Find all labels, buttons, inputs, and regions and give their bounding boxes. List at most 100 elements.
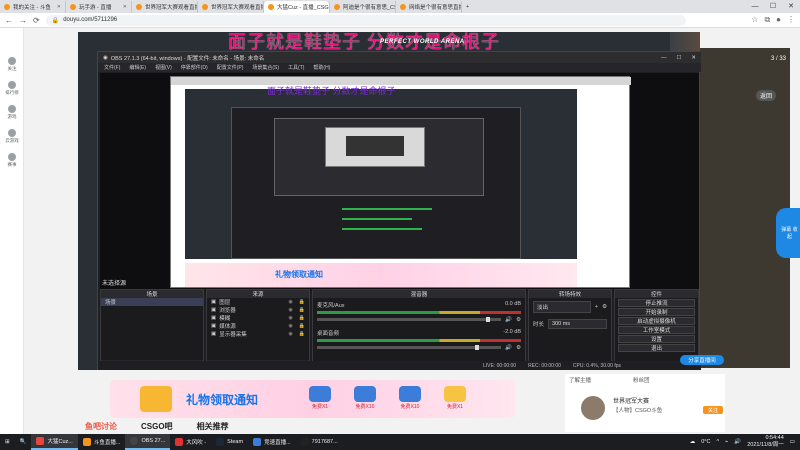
taskbar-item-douyu[interactable]: 斗鱼直播... [78,434,126,450]
search-button[interactable]: 🔍 [15,434,32,450]
lock-icon[interactable]: 🔒 [299,331,305,337]
reload-icon[interactable]: ⟳ [33,16,40,25]
taskbar-item-qq[interactable]: 7917687... [296,434,343,450]
menu-tools[interactable]: 工具(T) [288,64,304,71]
menu-file[interactable]: 文件(F) [104,64,120,71]
danmu-toggle-button[interactable]: 弹幕 收起 [776,208,800,258]
weather-icon[interactable]: ☁ [690,439,696,445]
transition-select[interactable]: 淡出 [533,301,591,313]
eye-icon[interactable]: ◉ [288,331,292,337]
studio-mode-button[interactable]: 工作室模式 [618,326,695,334]
tab-related[interactable]: 相关推荐 [197,421,229,432]
source-item[interactable]: ▣ 浏览器 ◉ 🔒 [207,306,309,314]
menu-help[interactable]: 帮助(H) [313,64,330,71]
plus-icon[interactable]: + [595,304,598,310]
close-icon[interactable]: ✕ [691,55,696,61]
gift-item[interactable]: 免费X10 [345,386,385,414]
tab-csgo-bar[interactable]: CSGO吧 [141,421,173,432]
profile-icon[interactable]: ● [776,15,781,25]
volume-slider[interactable] [317,345,502,350]
volume-slider[interactable] [317,317,502,322]
source-item-label: 浏览器 [219,308,236,314]
eye-icon[interactable]: ◉ [288,323,292,329]
clock[interactable]: 0:54:44 2021/11/8/周一 [747,435,784,449]
star-icon[interactable]: ☆ [751,15,758,25]
obs-preview[interactable]: 面子就是鞋垫子 分数才是命根子 礼物领取通知 [100,73,699,295]
close-tab-icon[interactable]: ✕ [57,4,61,10]
sidebar-item-events[interactable]: 赛事 [0,148,24,172]
lock-icon[interactable]: 🔒 [299,315,305,321]
gear-icon[interactable]: ⚙ [516,317,521,323]
sidebar-item-games[interactable]: 游戏 [0,100,24,124]
gear-icon[interactable]: ⚙ [602,304,607,310]
minimize-icon[interactable]: — [661,55,667,61]
new-tab-button[interactable]: + [462,1,476,13]
taskbar-item-game[interactable]: 竞速直播... [248,434,296,450]
notification-icon[interactable]: ▭ [790,439,795,445]
gift-item[interactable]: 免费X1 [435,386,475,414]
sidebar-item-cloud-games[interactable]: 云游戏 [0,124,24,148]
start-button[interactable]: ⊞ [0,434,15,450]
menu-scene-collection[interactable]: 场景集合(S) [252,64,279,71]
tab-fishbar[interactable]: 鱼吧讨论 [85,421,117,432]
network-icon[interactable]: ⌁ [725,439,728,445]
menu-docks[interactable]: 停靠部件(D) [181,64,208,71]
source-item[interactable]: ▣ 图层 ◉ 🔒 [207,298,309,306]
tray-arrow-icon[interactable]: ^ [716,439,719,445]
lock-icon[interactable]: 🔒 [299,307,305,313]
share-button[interactable]: 分享直播间 [680,355,724,365]
scene-item[interactable]: 场景 [101,298,203,306]
lock-icon[interactable]: 🔒 [299,323,305,329]
maximize-icon[interactable]: ☐ [676,55,681,61]
gift-item[interactable]: 免费X1 [300,386,340,414]
settings-button[interactable]: 设置 [618,335,695,343]
back-button[interactable]: 返回 [755,90,776,101]
exit-button[interactable]: 退出 [618,344,695,352]
gift-banner[interactable]: 礼物领取通知 免费X1 免费X10 免费X10 免费X1 [110,380,515,418]
follow-button[interactable]: 关注 [703,406,723,414]
minimize-icon[interactable]: — [746,0,764,12]
source-item[interactable]: ▣ 媒体源 ◉ 🔒 [207,322,309,330]
gift-item[interactable]: 免费X10 [390,386,430,414]
virtual-camera-button[interactable]: 启动虚拟摄像机 [618,317,695,325]
sidebar-item-rank[interactable]: 排行榜 [0,76,24,100]
start-recording-button[interactable]: 开始录制 [618,308,695,316]
menu-view[interactable]: 视图(V) [155,64,172,71]
extensions-icon[interactable]: ⧉ [764,15,770,25]
back-icon[interactable]: ← [5,16,13,25]
eye-icon[interactable]: ◉ [288,299,292,305]
url-field[interactable]: 🔒 douyu.com/5711296 [45,14,686,26]
taskbar-item-steam[interactable]: Steam [211,434,248,450]
speaker-icon[interactable]: 🔊 [505,345,512,351]
forward-icon[interactable]: → [19,16,27,25]
browser-tab[interactable]: 玩手游 - 直播 ✕ [66,1,132,13]
close-tab-icon[interactable]: ✕ [123,4,127,10]
menu-icon[interactable]: ⋮ [787,15,795,25]
eye-icon[interactable]: ◉ [288,315,292,321]
taskbar-item-music[interactable]: 大风吹 - [170,434,211,450]
browser-tab[interactable]: 我的关注 - 斗鱼 ✕ [0,1,66,13]
duration-input[interactable]: 300 ms [548,319,607,329]
close-icon[interactable]: ✕ [782,0,800,12]
browser-tab[interactable]: 网络是个很有意思直播_CSGO直播✕ [396,1,462,13]
sidebar-item-follow[interactable]: 关注 [0,52,24,76]
browser-tab[interactable]: 世界冠军大赛观看直播_CSGO直播✕ [198,1,264,13]
menu-edit[interactable]: 编辑(E) [129,64,146,71]
browser-tab-active[interactable]: 大猛Cuz - 直播_CSGO直播_斗鱼✕ [264,1,330,13]
lock-icon[interactable]: 🔒 [299,299,305,305]
browser-tab[interactable]: 世界冠军大赛观看直播_CSGO直播✕ [132,1,198,13]
browser-tab[interactable]: 阿迪是个很有意思_CSGO直播✕ [330,1,396,13]
speaker-icon[interactable]: 🔊 [505,317,512,323]
address-bar: ← → ⟳ 🔒 douyu.com/5711296 ☆ ⧉ ● ⋮ [0,13,800,28]
stop-streaming-button[interactable]: 停止推流 [618,299,695,307]
eye-icon[interactable]: ◉ [288,307,292,313]
source-item[interactable]: ▣ 显示器采集 ◉ 🔒 [207,330,309,338]
avatar[interactable] [581,396,605,420]
gear-icon[interactable]: ⚙ [516,345,521,351]
volume-icon[interactable]: 🔊 [734,439,741,445]
taskbar-item-obs[interactable]: OBS 27... [125,434,171,450]
source-item[interactable]: ▣ 模糊 ◉ 🔒 [207,314,309,322]
taskbar-item-chrome[interactable]: 大猛Cuz... [31,434,78,450]
menu-profile[interactable]: 配置文件(P) [217,64,244,71]
maximize-icon[interactable]: ☐ [764,0,782,12]
